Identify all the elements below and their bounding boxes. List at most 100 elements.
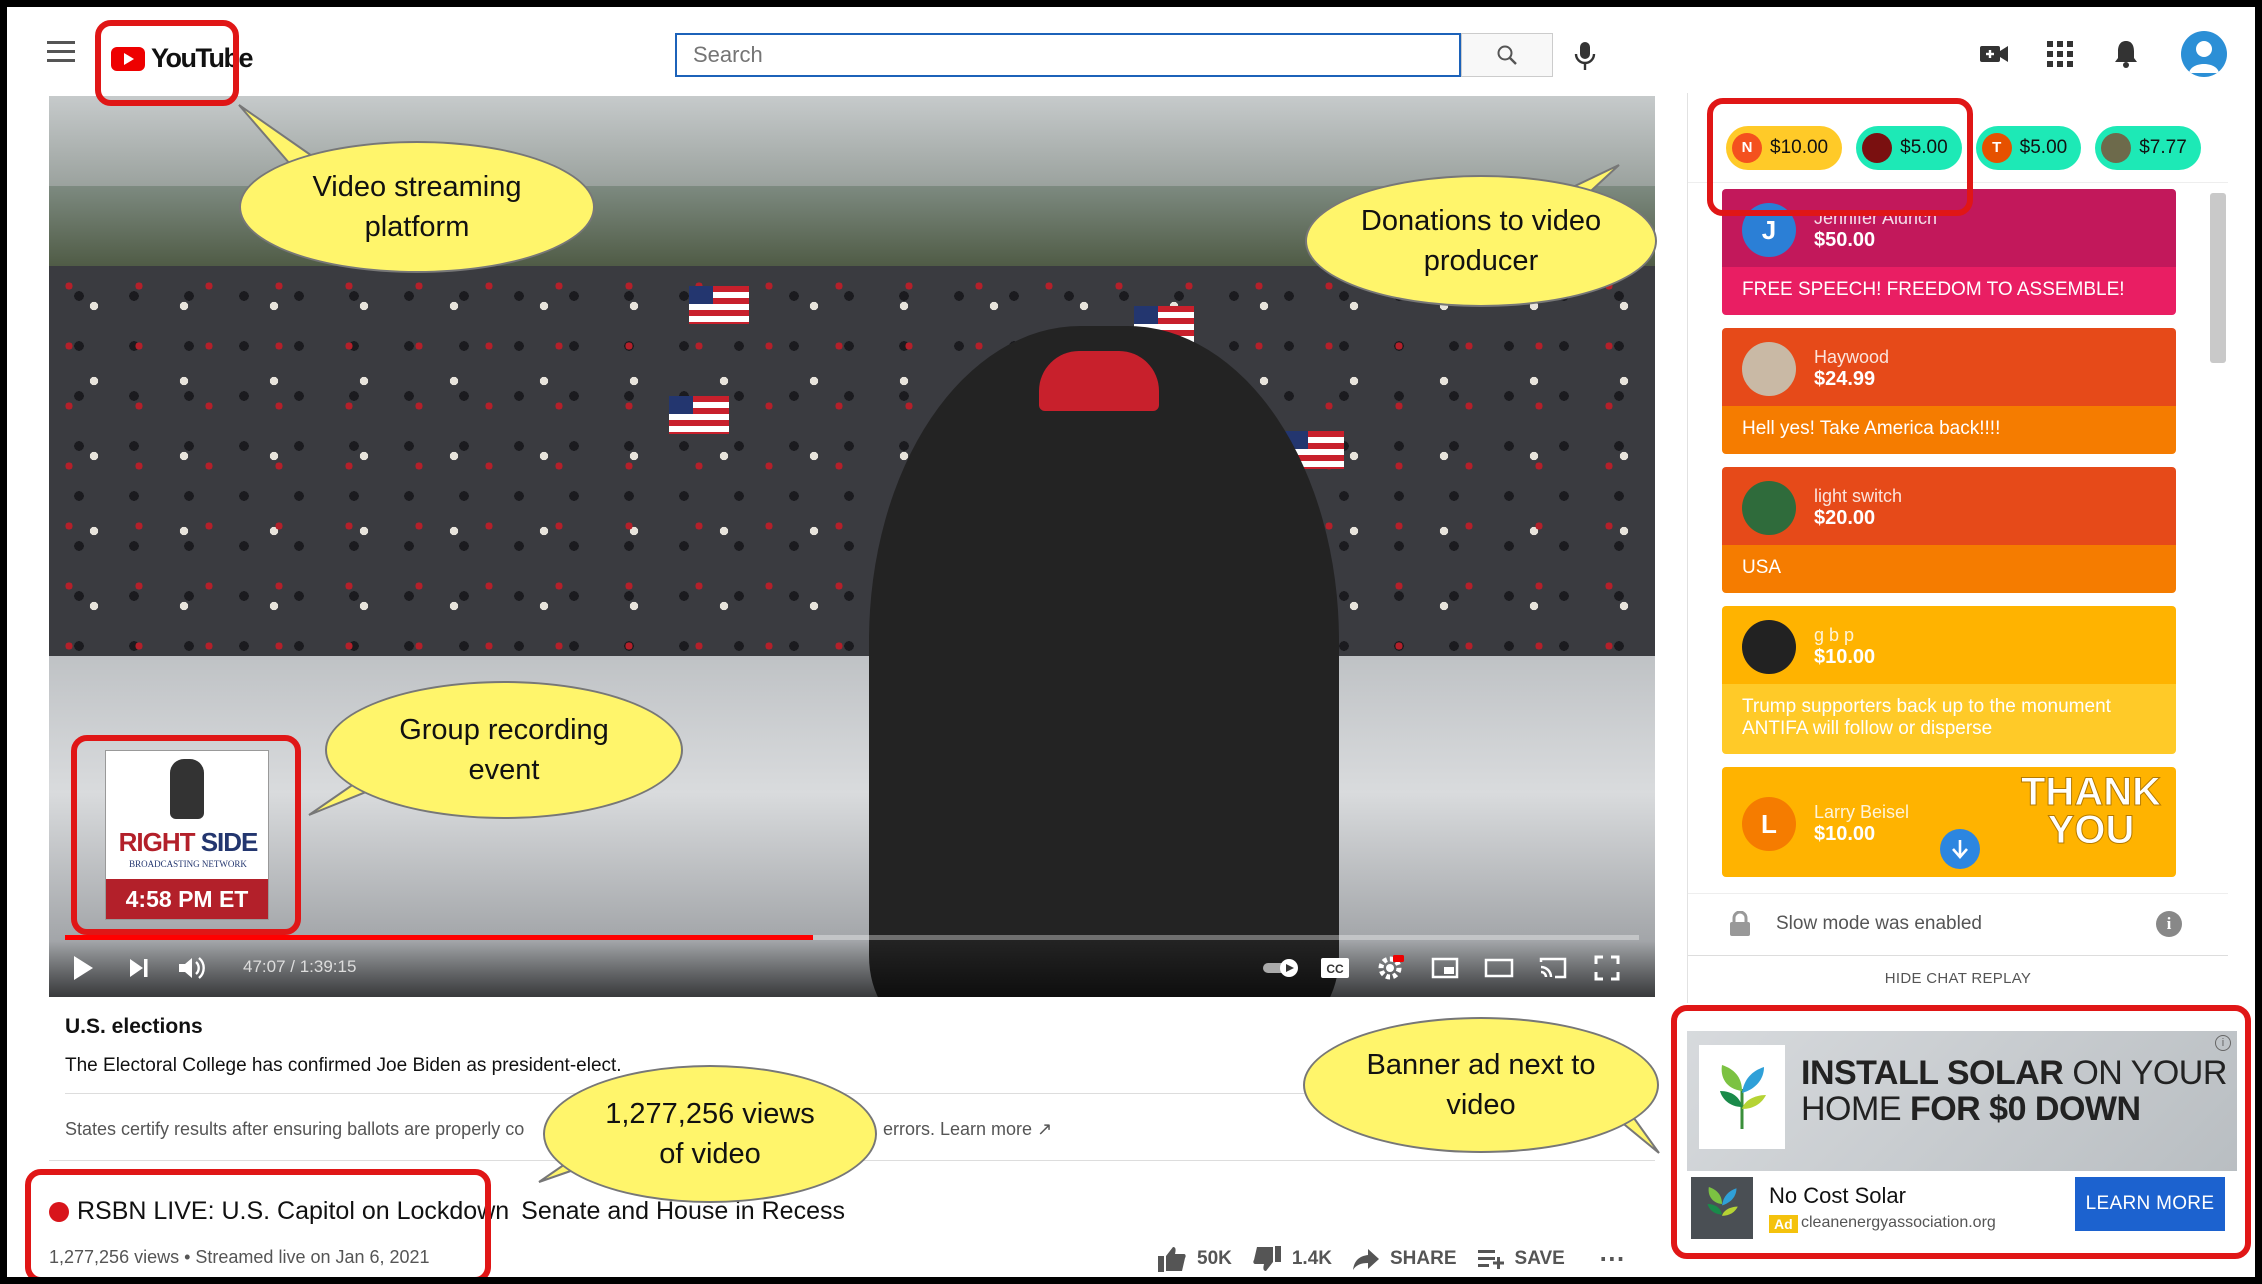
video-actions: 50K 1.4K SHARE SAVE ⋯ [1157, 1243, 1625, 1274]
youtube-logo[interactable]: YouTube [111, 43, 253, 74]
annotation-banner: Banner ad next to video [1303, 1017, 1659, 1153]
ad-headline: INSTALL SOLAR ON YOUR HOME FOR $0 DOWN [1801, 1054, 2227, 1128]
menu-icon[interactable] [47, 41, 75, 63]
mic-icon[interactable] [1572, 40, 1598, 72]
chip-amount: $7.77 [2139, 136, 2187, 158]
learn-more-button[interactable]: LEARN MORE [2075, 1177, 2225, 1231]
search-icon [1497, 45, 1517, 65]
donation-amount: $10.00 [1814, 646, 1876, 668]
progress-bar[interactable] [65, 935, 1639, 940]
ad-details: No Cost Solar Ad cleanenergyassociation.… [1687, 1171, 2237, 1239]
superchat-header: Haywood $24.99 [1722, 328, 2176, 406]
masthead: YouTube [7, 7, 2255, 93]
thank-you-sticker: THANK YOU [2021, 770, 2162, 852]
more-actions-icon[interactable]: ⋯ [1599, 1243, 1625, 1274]
info-topic: U.S. elections [65, 1015, 203, 1038]
ad-info-icon[interactable]: i [2215, 1035, 2231, 1051]
superchat-header: g b p $10.00 [1722, 606, 2176, 684]
annotation-views: 1,277,256 views of video [543, 1065, 877, 1203]
author-name[interactable]: light switch [1814, 486, 1902, 507]
superchat-message[interactable]: Haywood $24.99 Hell yes! Take America back… [1722, 328, 2176, 454]
leaf-logo-icon [1699, 1045, 1785, 1149]
time-display: 47:07 / 1:39:15 [243, 957, 357, 976]
volume-icon[interactable] [177, 953, 209, 983]
captions-icon[interactable]: CC [1319, 953, 1351, 983]
author-name[interactable]: Larry Beisel [1814, 802, 1909, 823]
banner-ad[interactable]: INSTALL SOLAR ON YOUR HOME FOR $0 DOWN i… [1687, 1031, 2237, 1239]
dislike-button[interactable]: 1.4K [1252, 1245, 1332, 1273]
author-avatar[interactable] [1742, 342, 1796, 396]
author-name[interactable]: Jennifer Aldrich [1814, 208, 1937, 229]
advertiser-name[interactable]: No Cost Solar [1769, 1183, 1906, 1209]
annotation-platform: Video streaming platform [239, 141, 595, 273]
share-button[interactable]: SHARE [1352, 1247, 1457, 1271]
autoplay-toggle-icon[interactable] [1259, 953, 1303, 983]
author-avatar[interactable] [1742, 481, 1796, 535]
next-icon[interactable] [123, 953, 155, 983]
message-text: FREE SPEECH! FREEDOM TO ASSEMBLE! [1722, 267, 2176, 315]
advertiser-logo-icon [1691, 1177, 1753, 1239]
settings-icon[interactable] [1374, 953, 1406, 983]
annotation-group: Group recording event [325, 681, 683, 819]
donation-amount: $20.00 [1814, 507, 1876, 529]
miniplayer-icon[interactable] [1429, 953, 1461, 983]
author-name[interactable]: Haywood [1814, 347, 1889, 368]
learn-more-link[interactable]: errors. Learn more ↗ [883, 1119, 1052, 1140]
dislike-count: 1.4K [1291, 1247, 1332, 1269]
hide-chat-replay-button[interactable]: HIDE CHAT REPLAY [1688, 955, 2228, 1001]
superchat-chip[interactable]: T $5.00 [1975, 125, 2082, 170]
author-block: Haywood $24.99 [1814, 347, 1889, 391]
superchat-header: J Jennifer Aldrich $50.00 [1722, 189, 2176, 267]
like-count: 50K [1197, 1247, 1232, 1269]
superchat-chip[interactable]: $5.00 [1856, 125, 1962, 170]
flag [669, 396, 729, 434]
author-avatar[interactable]: L [1742, 797, 1796, 851]
author-block: Jennifer Aldrich $50.00 [1814, 208, 1937, 252]
superchat-chip[interactable]: N $10.00 [1726, 125, 1843, 170]
ad-badge: Ad [1769, 1215, 1798, 1233]
chip-avatar: T [1981, 132, 2012, 163]
author-name[interactable]: g b p [1814, 625, 1875, 646]
chat-scrollbar[interactable] [2210, 193, 2226, 363]
video-title-start: RSBN LIVE: U.S. Capitol on Lockdown [77, 1197, 510, 1225]
superchat-message[interactable]: light switch $20.00 USA [1722, 467, 2176, 593]
video-meta: 1,277,256 views • Streamed live on Jan 6… [49, 1247, 430, 1267]
ad-image[interactable]: INSTALL SOLAR ON YOUR HOME FOR $0 DOWN i [1687, 1031, 2237, 1171]
superchat-chip[interactable]: $7.77 [2095, 125, 2201, 170]
superchat-message[interactable]: g b p $10.00 Trump supporters back up to t… [1722, 606, 2176, 754]
live-chat-replay: N $10.00 $5.00 T $5.00 $7.77 J Jennifer Aldric… [1687, 93, 2228, 1003]
save-button[interactable]: SAVE [1477, 1248, 1565, 1270]
chat-messages: J Jennifer Aldrich $50.00 FREE SPEECH! FREE… [1722, 189, 2182, 879]
fullscreen-icon[interactable] [1591, 953, 1623, 983]
info-icon[interactable]: i [2156, 910, 2182, 937]
progress-fill [65, 935, 813, 940]
slow-mode-notice: Slow mode was enabled i [1688, 893, 2228, 953]
youtube-play-icon [111, 46, 145, 71]
author-avatar[interactable]: J [1742, 203, 1796, 257]
superchat-message[interactable]: J Jennifer Aldrich $50.00 FREE SPEECH! FREE… [1722, 189, 2176, 315]
apps-icon[interactable] [2043, 37, 2077, 71]
create-video-icon[interactable] [1977, 37, 2011, 71]
donation-amount: $24.99 [1814, 368, 1876, 390]
message-text: Hell yes! Take America back!!!! [1722, 406, 2176, 454]
annotation-donations: Donations to video producer [1305, 175, 1657, 307]
theater-mode-icon[interactable] [1483, 953, 1515, 983]
scroll-down-icon[interactable] [1940, 829, 1980, 869]
search-input[interactable] [675, 33, 1461, 77]
stream-date: Streamed live on Jan 6, 2021 [195, 1247, 430, 1267]
bell-icon[interactable] [2109, 37, 2143, 71]
author-avatar[interactable] [1742, 620, 1796, 674]
view-count: 1,277,256 views [49, 1247, 180, 1267]
chip-avatar [2101, 132, 2132, 163]
play-icon[interactable] [67, 953, 99, 983]
save-label: SAVE [1514, 1247, 1565, 1269]
lock-icon [1730, 910, 1750, 936]
search-button[interactable] [1461, 33, 1553, 77]
slow-mode-text: Slow mode was enabled [1776, 912, 1982, 934]
avatar[interactable] [2181, 31, 2227, 77]
like-button[interactable]: 50K [1157, 1245, 1232, 1273]
message-text: Trump supporters back up to the monument… [1722, 684, 2176, 754]
external-link-icon: ↗ [1037, 1119, 1053, 1139]
cast-icon[interactable] [1537, 953, 1569, 983]
author-block: light switch $20.00 [1814, 486, 1902, 530]
